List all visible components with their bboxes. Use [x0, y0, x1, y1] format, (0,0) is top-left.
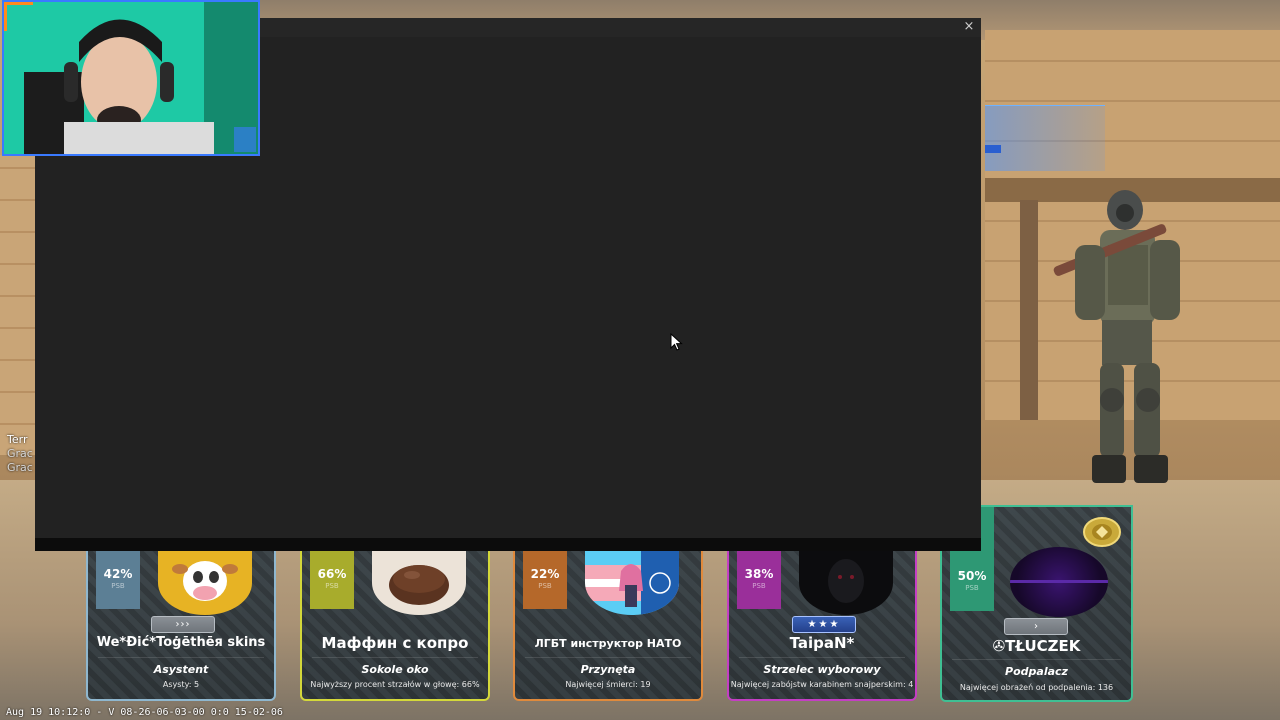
webcam-overlay	[2, 0, 260, 156]
award-stat: Najwięcej zabójstw karabinem snajperskim…	[730, 680, 914, 689]
hud-left-text: Terr Grac Grac	[7, 433, 33, 475]
separator	[98, 657, 264, 658]
player-card-2: 66% PSB Маффин с копро Sokole oko Najwyż…	[300, 551, 490, 701]
player-name: TaipaN*	[789, 634, 855, 652]
rank-stars: ★★★	[792, 616, 856, 633]
player-card-1: 42% PSB ››› We*Ðić*Toġēthēя skins Asyste…	[86, 551, 276, 701]
player-card-4: 38% PSB ★★★ TaipaN* Strzelec wyborowy Na…	[727, 551, 917, 701]
hs-percent: 66%	[317, 567, 347, 581]
award-title: Przynęta	[580, 663, 636, 676]
anime-avatar-icon	[619, 551, 679, 615]
psb-label: PSB	[325, 582, 339, 590]
separator	[525, 657, 691, 658]
player-name: We*Ðić*Toġēthēя skins	[96, 635, 266, 650]
psb-label: PSB	[538, 582, 552, 590]
avatar-glitch-line	[1010, 580, 1108, 583]
soldier-figure	[1053, 190, 1180, 483]
psb-label: PSB	[752, 582, 766, 590]
player-avatar	[799, 551, 893, 615]
award-stat: Najwięcej obrażeń od podpalenia: 136	[959, 683, 1114, 692]
player-avatar	[372, 551, 466, 615]
hs-percent: 50%	[957, 569, 987, 583]
player-avatar	[585, 551, 679, 615]
streamer-video	[4, 2, 258, 154]
award-title: Strzelec wyborowy	[763, 663, 881, 676]
hud-line: Terr	[7, 433, 28, 446]
window-bottom-bar	[35, 538, 981, 551]
hs-percent: 42%	[103, 567, 133, 581]
cow-avatar-icon	[172, 561, 238, 601]
muffin-avatar-icon	[389, 565, 449, 605]
award-title: Podpalacz	[1005, 665, 1068, 678]
player-card-3: 22% PSB ЛГБТ инструктор НАТО Przynęta Na…	[513, 551, 703, 701]
award-stat: Najwięcej śmierci: 19	[565, 680, 651, 689]
rank-chevrons: ›››	[151, 616, 215, 633]
separator	[952, 659, 1121, 660]
hologram-dot	[985, 145, 1001, 153]
award-stat: Asysty: 5	[162, 680, 200, 689]
dark-figure-avatar-icon	[828, 559, 864, 603]
frame-corner-accent	[4, 2, 33, 31]
hs-percent: 22%	[530, 567, 560, 581]
close-icon[interactable]: ×	[961, 19, 977, 35]
separator	[739, 657, 905, 658]
psb-label: PSB	[965, 584, 979, 592]
player-name: ✇TŁUCZEK	[992, 637, 1081, 655]
mouse-cursor-icon	[670, 333, 683, 351]
rank-chevrons: ›	[1004, 618, 1068, 635]
award-stat: Najwyższy procent strzałów w głowę: 66%	[310, 680, 480, 689]
player-avatar	[158, 551, 252, 615]
award-title: Sokole oko	[361, 663, 429, 676]
hud-line: Grac	[7, 447, 33, 460]
rank-badge-icon	[1083, 517, 1121, 547]
hologram-sign	[985, 105, 1105, 171]
status-bar-text: Aug 19 10:12:0 - V 08-26-06-03-00 0:0 15…	[6, 707, 283, 718]
hud-line: Grac	[7, 461, 33, 474]
bg-wall-left	[0, 155, 35, 455]
psb-label: PSB	[111, 582, 125, 590]
player-name: Маффин с копро	[321, 634, 469, 652]
hs-percent: 38%	[744, 567, 774, 581]
player-name: ЛГБТ инструктор НАТО	[534, 637, 682, 650]
separator	[312, 657, 478, 658]
player-avatar	[1010, 547, 1108, 617]
award-title: Asystent	[153, 663, 209, 676]
